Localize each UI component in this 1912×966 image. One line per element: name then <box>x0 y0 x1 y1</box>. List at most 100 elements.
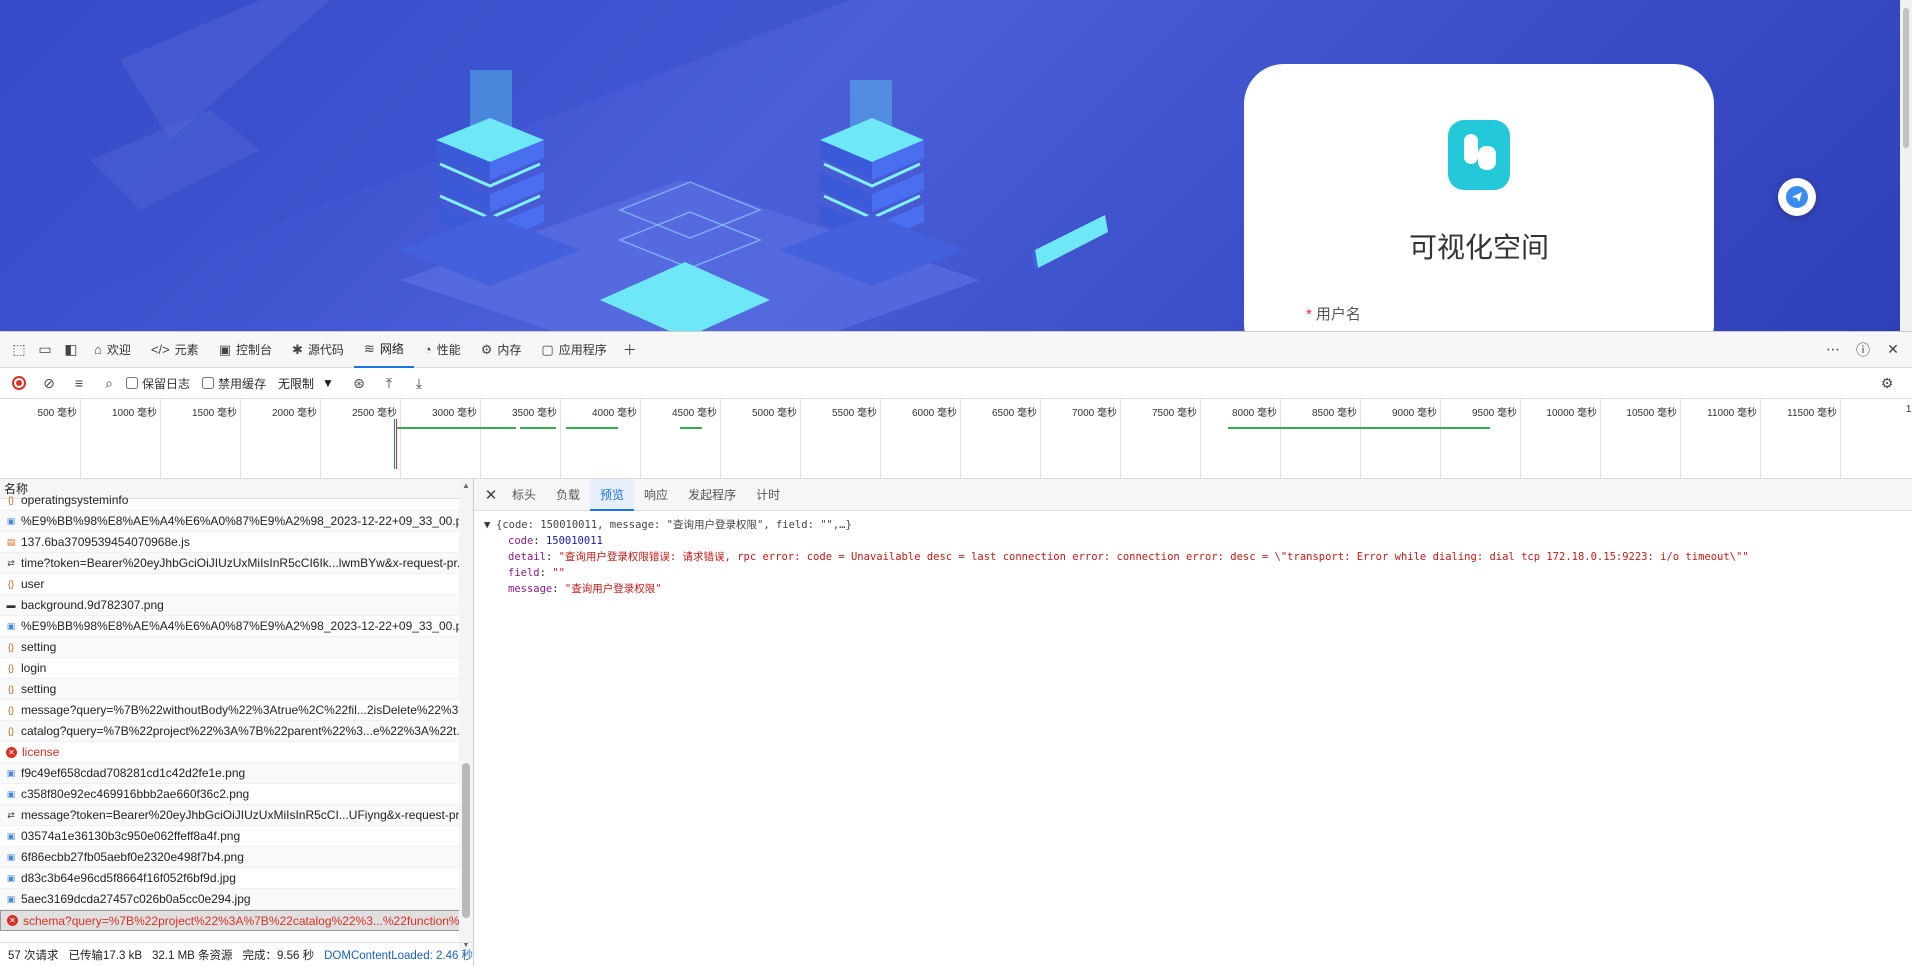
request-row[interactable]: ▣ %E9%BB%98%E8%AE%A4%E6%A0%87%E9%A2%98_20… <box>0 616 460 637</box>
fetch-type-icon: {} <box>7 579 14 589</box>
request-row[interactable]: {} user <box>0 574 460 595</box>
timeline-gridline <box>800 399 801 478</box>
timeline-tick-label: 9000 毫秒 <box>1391 408 1437 419</box>
record-icon[interactable] <box>6 370 32 396</box>
json-summary: {code: 150010011, message: "查询用户登录权限", f… <box>496 519 852 531</box>
page-scrollbar-thumb[interactable] <box>1903 8 1909 148</box>
request-row[interactable]: ⇄ time?token=Bearer%20eyJhbGciOiJIUzUxMiI… <box>0 553 460 574</box>
settings-icon[interactable]: ⚙ <box>1881 370 1912 396</box>
tab-response[interactable]: 响应 <box>634 479 678 511</box>
request-row[interactable]: {} message?query=%7B%22withoutBody%22%3At… <box>0 700 460 721</box>
tab-sources[interactable]: ✱ 源代码 <box>282 332 354 368</box>
request-name: schema?query=%7B%22project%22%3A%7B%22ca… <box>23 913 460 928</box>
err-type-icon: ✕ <box>6 746 17 758</box>
preserve-log-input[interactable] <box>126 377 138 389</box>
tab-performance[interactable]: ◔ 性能 <box>414 332 471 368</box>
request-row[interactable]: {} setting <box>0 637 460 658</box>
search-icon[interactable]: ⌕ <box>96 370 122 396</box>
inspect-icon[interactable]: ⬚ <box>6 337 32 363</box>
tab-elements[interactable]: </> 元素 <box>141 332 209 368</box>
request-name: 5aec3169dcda27457c026b0a5cc0e294.jpg <box>21 892 251 906</box>
img-type-icon: ▣ <box>6 515 16 526</box>
request-row[interactable]: ✕ schema?query=%7B%22project%22%3A%7B%22c… <box>0 910 460 931</box>
request-row[interactable]: {} setting <box>0 679 460 700</box>
close-detail-icon[interactable]: ✕ <box>480 486 502 504</box>
request-name: login <box>21 661 47 675</box>
request-row[interactable]: ▬ background.9d782307.png <box>0 595 460 616</box>
disable-cache-checkbox[interactable]: 禁用缓存 <box>202 375 266 392</box>
timeline-gridline <box>1200 399 1201 478</box>
timeline-tick-label: 6000 毫秒 <box>911 408 957 419</box>
tab-timing[interactable]: 计时 <box>746 479 790 511</box>
console-icon: ▣ <box>218 341 231 357</box>
tab-network[interactable]: ≋ 网络 <box>353 332 414 368</box>
request-name: message?token=Bearer%20eyJhbGciOiJIUzUxM… <box>21 808 460 822</box>
timeline-tick-label: 1000 毫秒 <box>111 408 157 419</box>
scroll-up-icon[interactable]: ▲ <box>462 481 470 490</box>
scrollbar-thumb[interactable] <box>462 763 470 918</box>
img-type-icon: ▣ <box>6 767 16 778</box>
request-name: background.9d782307.png <box>21 598 164 612</box>
tab-welcome[interactable]: ⌂ 欢迎 <box>84 332 141 368</box>
timeline-tick-label: 8500 毫秒 <box>1311 408 1357 419</box>
timeline-gridline <box>480 399 481 478</box>
request-row[interactable]: ✕ license <box>0 742 460 763</box>
json-root-row[interactable]: ▼ {code: 150010011, message: "查询用户登录权限", … <box>484 517 1902 533</box>
timeline-tick-label: 8000 毫秒 <box>1231 408 1277 419</box>
tab-headers[interactable]: 标头 <box>502 479 546 511</box>
close-icon[interactable]: ✕ <box>1880 337 1906 363</box>
throttle-select[interactable]: 无限制 ▼ <box>278 375 334 392</box>
username-label-text: 用户名 <box>1315 306 1361 323</box>
tab-initiator[interactable]: 发起程序 <box>678 479 746 511</box>
json-key: message <box>508 583 553 595</box>
request-row[interactable]: {} login <box>0 658 460 679</box>
more-icon[interactable]: ⋯ <box>1820 337 1846 363</box>
send-icon[interactable] <box>1778 178 1816 216</box>
request-detail-pane: ✕ 标头 负载 预览 响应 发起程序 计时 ▼ {code: 150010011,… <box>474 478 1912 966</box>
timeline-tick-label: 10500 毫秒 <box>1626 408 1677 419</box>
dock-icon[interactable]: ◧ <box>58 337 84 363</box>
add-tab-icon[interactable]: ＋ <box>617 337 643 363</box>
request-row[interactable]: ▣ d83c3b64e96cd5f8664f16f052f6bf9d.jpg <box>0 868 460 889</box>
request-row[interactable]: {} operatingsysteminfo <box>0 490 460 511</box>
request-row[interactable]: ▣ 5aec3169dcda27457c026b0a5cc0e294.jpg <box>0 889 460 910</box>
help-icon[interactable]: ⓘ <box>1850 337 1876 363</box>
request-row[interactable]: {} catalog?query=%7B%22project%22%3A%7B%2… <box>0 721 460 742</box>
chip-icon: ⚙ <box>480 341 493 357</box>
tab-preview[interactable]: 预览 <box>590 478 635 511</box>
filter-icon[interactable]: ≡ <box>66 370 92 396</box>
request-row[interactable]: ▣ 6f86ecbb27fb05aebf0e2320e498f7b4.png <box>0 847 460 868</box>
preserve-log-checkbox[interactable]: 保留日志 <box>126 375 190 392</box>
device-toolbar-icon[interactable]: ▭ <box>32 337 58 363</box>
network-timeline[interactable]: 500 毫秒 1000 毫秒 1500 毫秒 2000 毫秒 2500 毫秒 3000 毫… <box>0 399 1912 479</box>
timeline-tick-label: 1500 毫秒 <box>191 408 237 419</box>
tab-application[interactable]: ▢ 应用程序 <box>531 332 616 368</box>
page-scrollbar[interactable] <box>1900 0 1912 331</box>
request-list-scrollbar[interactable]: ▲ ▼ <box>459 479 473 951</box>
network-panes: 名称 {} operatingsysteminfo ▣ %E9%BB%98%E8%AE… <box>0 478 1912 966</box>
timeline-tick-label: 7000 毫秒 <box>1071 408 1117 419</box>
request-name: 03574a1e36130b3c950e062ffeff8a4f.png <box>21 829 241 843</box>
request-row[interactable]: ▣ 03574a1e36130b3c950e062ffeff8a4f.png <box>0 826 460 847</box>
devtools-tabbar: ⬚ ▭ ◧ ⌂ 欢迎 </> 元素 ▣ 控制台 ✱ 源代码 ≋ 网络 ◔ 性能 ⚙ 内存 ▢ 应… <box>0 332 1912 368</box>
chevron-down-icon: ▼ <box>322 376 334 390</box>
request-name: catalog?query=%7B%22project%22%3A%7B%22p… <box>21 724 460 738</box>
json-preview: ▼ {code: 150010011, message: "查询用户登录权限", … <box>474 511 1912 603</box>
network-conditions-icon[interactable]: ⊛ <box>346 370 372 396</box>
expand-triangle-icon[interactable]: ▼ <box>484 517 496 533</box>
tab-payload[interactable]: 负载 <box>546 479 590 511</box>
clear-icon[interactable]: ⊘ <box>36 370 62 396</box>
tab-console[interactable]: ▣ 控制台 <box>209 332 282 368</box>
request-row[interactable]: ▣ f9c49ef658cdad708281cd1c42d2fe1e.png <box>0 763 460 784</box>
timeline-tick-label: 6500 毫秒 <box>991 408 1037 419</box>
request-row[interactable]: ▣ %E9%BB%98%E8%AE%A4%E6%A0%87%E9%A2%98_20… <box>0 511 460 532</box>
request-row[interactable]: ▣ c358f80e92ec469916bbb2ae660f36c2.png <box>0 784 460 805</box>
timeline-tick-label: 7500 毫秒 <box>1151 408 1197 419</box>
request-row[interactable]: ⇄ message?token=Bearer%20eyJhbGciOiJIUzUx… <box>0 805 460 826</box>
import-har-icon[interactable]: ⤒ <box>376 370 402 396</box>
request-row[interactable]: ▤ 137.6ba3709539454070968e.js <box>0 532 460 553</box>
css-type-icon: ▬ <box>6 600 16 610</box>
tab-memory[interactable]: ⚙ 内存 <box>471 332 532 368</box>
disable-cache-input[interactable] <box>202 377 215 389</box>
export-har-icon[interactable]: ⤓ <box>406 370 432 396</box>
